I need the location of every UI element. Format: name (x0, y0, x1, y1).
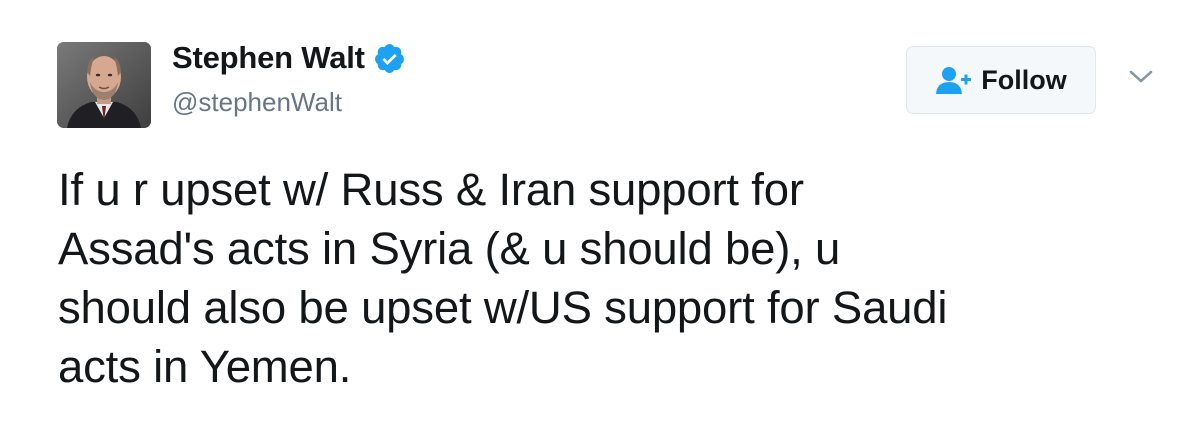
verified-badge-icon (374, 43, 404, 73)
tweet-text-line: should also be upset w/US support for Sa… (58, 282, 948, 333)
profile-photo-icon (57, 42, 151, 128)
display-name[interactable]: Stephen Walt (172, 40, 406, 76)
tweet-text: If u r upset w/ Russ & Iran support for … (58, 160, 1168, 396)
tweet-card: Stephen Walt @stephenWalt Follow If u r … (0, 0, 1200, 427)
add-user-icon (936, 67, 972, 94)
follow-button[interactable]: Follow (906, 46, 1096, 114)
tweet-text-line: Assad's acts in Syria (& u should be), u (58, 223, 841, 274)
chevron-down-icon[interactable] (1128, 68, 1154, 86)
tweet-text-line: If u r upset w/ Russ & Iran support for (58, 164, 804, 215)
tweet-text-line: acts in Yemen. (58, 341, 352, 392)
follow-label: Follow (981, 64, 1067, 95)
avatar[interactable] (57, 42, 151, 128)
screen-name[interactable]: @stephenWalt (172, 87, 342, 118)
display-name-text: Stephen Walt (172, 40, 365, 75)
